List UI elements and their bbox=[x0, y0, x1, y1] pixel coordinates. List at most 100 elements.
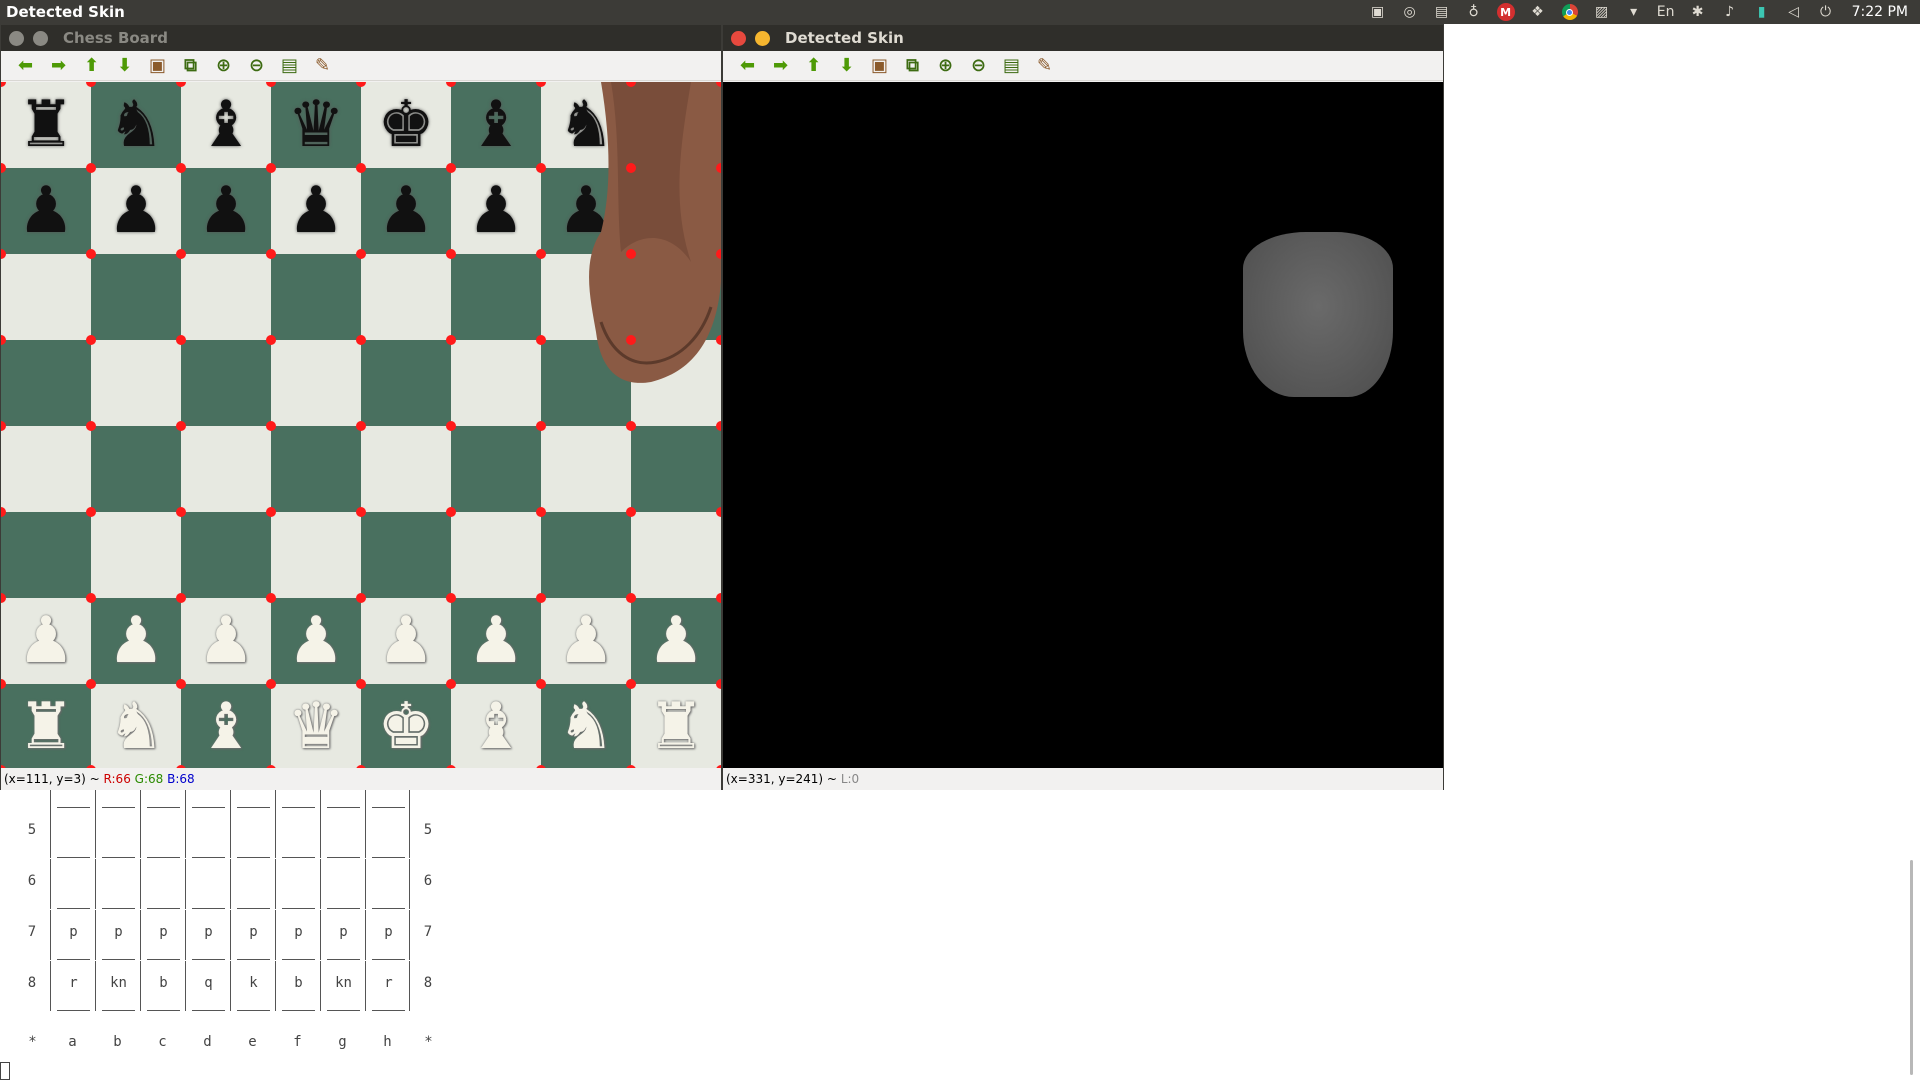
forward-arrow-icon[interactable]: ➡ bbox=[764, 53, 797, 79]
wifi-icon[interactable]: ▾ bbox=[1618, 0, 1650, 24]
monitor-icon[interactable]: ▨ bbox=[1586, 0, 1618, 24]
white-pawn-icon: ♟ bbox=[377, 604, 435, 678]
board-square: ♟ bbox=[1, 168, 91, 254]
corner-marker bbox=[716, 335, 721, 345]
chrome-icon[interactable] bbox=[1554, 0, 1586, 24]
minimize-button[interactable] bbox=[33, 30, 48, 46]
terminal-cell bbox=[320, 790, 365, 808]
board-square: ♟ bbox=[451, 168, 541, 254]
cell-value: p bbox=[159, 924, 168, 940]
detected-skin-region bbox=[1243, 232, 1393, 397]
terminal-cell: p bbox=[320, 910, 365, 960]
battery-icon[interactable]: ▮ bbox=[1746, 0, 1778, 24]
detected-skin-window: Detected Skin ⬅ ➡ ⬆ ⬇ ▣ ⧉ ⊕ ⊖ ▤ ✎ (x=331, y=241) … bbox=[722, 24, 1444, 790]
close-button[interactable] bbox=[731, 30, 746, 46]
corner-marker bbox=[266, 335, 276, 345]
corner-marker bbox=[356, 679, 366, 689]
window-title: Detected Skin bbox=[785, 29, 904, 47]
image-icon[interactable]: ▤ bbox=[1426, 0, 1458, 24]
terminal-cell: p bbox=[365, 910, 410, 960]
black-pawn-icon: ♟ bbox=[17, 174, 75, 248]
board-square: ♚ bbox=[361, 684, 451, 768]
top-panel: Detected Skin ▣ ◎ ▤ ♁ M ❖ ▨ ▾ En ✱ ♪ ▮ ◁ ⏻ 7:22 PM bbox=[0, 0, 1920, 24]
save-icon[interactable]: ▤ bbox=[273, 53, 306, 79]
dropbox-icon[interactable]: ❖ bbox=[1522, 0, 1554, 24]
zoom-out-icon[interactable]: ⊖ bbox=[240, 53, 273, 79]
workspace-icon[interactable]: ▣ bbox=[1362, 0, 1394, 24]
cell-value: b bbox=[294, 975, 303, 991]
board-square: ♟ bbox=[271, 168, 361, 254]
volume-icon[interactable]: ◁ bbox=[1778, 0, 1810, 24]
corner-marker bbox=[446, 507, 456, 517]
properties-icon[interactable]: ✎ bbox=[1028, 53, 1061, 79]
status-luminance: L:0 bbox=[840, 772, 860, 786]
zoom-fit-icon[interactable]: ⧉ bbox=[174, 53, 207, 79]
terminal-cell: r bbox=[50, 961, 95, 1011]
black-knight-icon: ♞ bbox=[107, 88, 165, 162]
bluetooth-icon[interactable]: ✱ bbox=[1682, 0, 1714, 24]
corner-marker bbox=[86, 679, 96, 689]
back-arrow-icon[interactable]: ⬅ bbox=[9, 53, 42, 79]
board-square bbox=[361, 340, 451, 426]
white-pawn-icon: ♟ bbox=[197, 604, 255, 678]
corner-marker bbox=[446, 421, 456, 431]
file-label: g bbox=[338, 1034, 347, 1050]
file-label: * bbox=[28, 1034, 37, 1050]
hand-image bbox=[589, 82, 721, 383]
board-square bbox=[1, 254, 91, 340]
corner-marker bbox=[356, 593, 366, 603]
white-queen-icon: ♛ bbox=[287, 690, 345, 764]
status-blue: B:68 bbox=[167, 772, 195, 786]
white-pawn-icon: ♟ bbox=[17, 604, 75, 678]
titlebar[interactable]: Chess Board bbox=[1, 25, 721, 51]
mail-icon[interactable]: M bbox=[1490, 0, 1522, 24]
clock[interactable]: 7:22 PM bbox=[1842, 4, 1920, 20]
cell-value: kn bbox=[110, 975, 127, 991]
notification-icon[interactable]: ♪ bbox=[1714, 0, 1746, 24]
keyboard-icon[interactable]: En bbox=[1650, 0, 1682, 24]
location-icon[interactable]: ♁ bbox=[1458, 0, 1490, 24]
minimize-button[interactable] bbox=[755, 30, 770, 46]
zoom-out-icon[interactable]: ⊖ bbox=[962, 53, 995, 79]
corner-marker bbox=[446, 593, 456, 603]
file-label: h bbox=[383, 1034, 392, 1050]
corner-marker bbox=[536, 421, 546, 431]
chess-board-image[interactable]: ♜♞♝♛♚♝♞♜♟♟♟♟♟♟♟♟♟♟♟♟♟♟♟♟♜♞♝♛♚♝♞♜ bbox=[1, 82, 721, 768]
record-icon[interactable]: ◎ bbox=[1394, 0, 1426, 24]
status-coords: (x=111, y=3) ~ bbox=[4, 772, 100, 786]
skin-mask-image[interactable] bbox=[723, 82, 1443, 768]
back-arrow-icon[interactable]: ⬅ bbox=[731, 53, 764, 79]
close-button[interactable] bbox=[9, 30, 24, 46]
zoom-in-icon[interactable]: ⊕ bbox=[207, 53, 240, 79]
status-red: R:66 bbox=[103, 772, 131, 786]
zoom-fit-icon[interactable]: ⧉ bbox=[896, 53, 929, 79]
power-icon[interactable]: ⏻ bbox=[1810, 0, 1842, 24]
terminal-output: 5 5 6 6 7 7 p p p p p p p p 8 8 r kn b q k b kn r * a b c d e f g h * bbox=[0, 790, 1900, 1080]
properties-icon[interactable]: ✎ bbox=[306, 53, 339, 79]
titlebar[interactable]: Detected Skin bbox=[723, 25, 1443, 51]
scrollbar[interactable] bbox=[1910, 860, 1913, 1075]
down-arrow-icon[interactable]: ⬇ bbox=[830, 53, 863, 79]
terminal-cell: p bbox=[185, 910, 230, 960]
save-icon[interactable]: ▤ bbox=[995, 53, 1028, 79]
corner-marker bbox=[626, 249, 636, 259]
cell-value: p bbox=[69, 924, 78, 940]
image-icon[interactable]: ▣ bbox=[141, 53, 174, 79]
zoom-in-icon[interactable]: ⊕ bbox=[929, 53, 962, 79]
board-square bbox=[91, 254, 181, 340]
up-arrow-icon[interactable]: ⬆ bbox=[75, 53, 108, 79]
up-arrow-icon[interactable]: ⬆ bbox=[797, 53, 830, 79]
down-arrow-icon[interactable]: ⬇ bbox=[108, 53, 141, 79]
file-label: e bbox=[248, 1034, 257, 1050]
corner-marker bbox=[356, 335, 366, 345]
board-square bbox=[181, 426, 271, 512]
forward-arrow-icon[interactable]: ➡ bbox=[42, 53, 75, 79]
board-square bbox=[91, 426, 181, 512]
terminal-cell: kn bbox=[95, 961, 140, 1011]
status-bar: (x=111, y=3) ~ R:66 G:68 B:68 bbox=[1, 768, 721, 790]
board-square: ♟ bbox=[181, 598, 271, 684]
corner-marker bbox=[86, 163, 96, 173]
image-icon[interactable]: ▣ bbox=[863, 53, 896, 79]
black-pawn-icon: ♟ bbox=[467, 174, 525, 248]
terminal-cell bbox=[185, 859, 230, 909]
